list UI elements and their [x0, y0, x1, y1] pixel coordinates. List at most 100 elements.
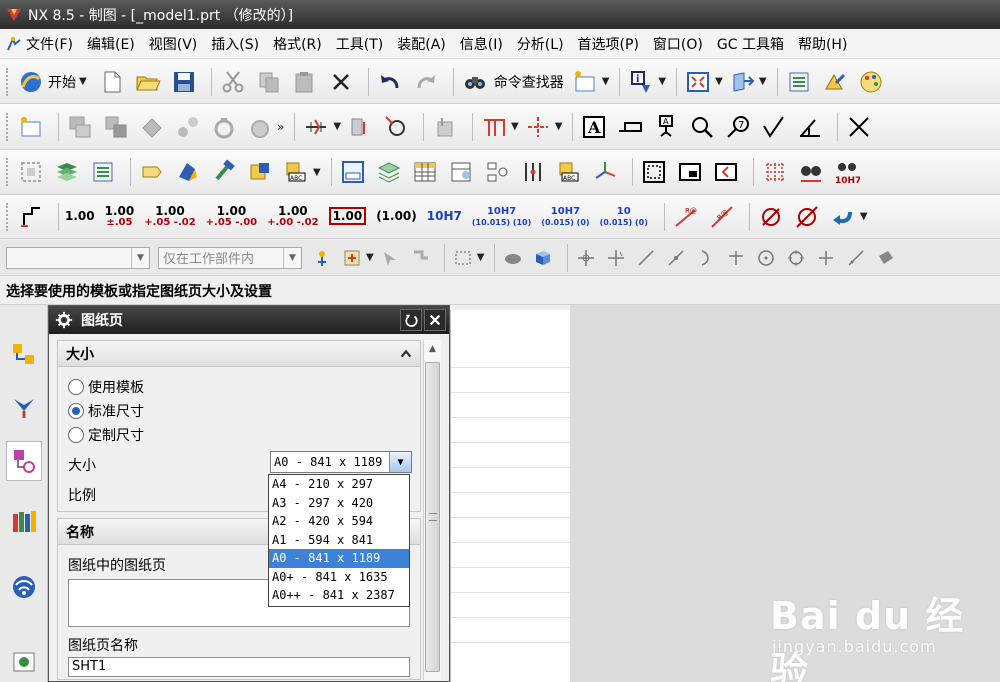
blue-part-icon[interactable] — [173, 157, 203, 187]
snap-move-icon[interactable] — [574, 243, 598, 273]
toolbar-grip[interactable] — [6, 202, 10, 231]
update-view-icon[interactable] — [301, 112, 331, 142]
parts-list-icon[interactable] — [446, 157, 476, 187]
palette-icon[interactable] — [856, 67, 886, 97]
snap-control-point-icon[interactable] — [694, 243, 718, 273]
menu-edit[interactable]: 编辑(E) — [87, 34, 135, 54]
cut-icon[interactable] — [218, 67, 248, 97]
hammer-icon[interactable] — [209, 157, 239, 187]
balloon-icon[interactable]: 7 — [723, 112, 753, 142]
chevron-down-icon[interactable]: ▼ — [759, 76, 767, 87]
toolbar-grip[interactable] — [6, 112, 10, 141]
collapse-up-icon[interactable] — [394, 343, 418, 365]
web-browser-tab[interactable] — [6, 567, 42, 607]
size-group-header[interactable]: 大小 — [58, 341, 420, 367]
size-select[interactable]: A0 - 841 x 1189 ▼ — [270, 451, 412, 473]
size-option-a4[interactable]: A4 - 210 x 297 — [269, 475, 409, 494]
scrollbar-thumb[interactable] — [425, 362, 440, 672]
binoculars-fit-icon[interactable]: 10H7 — [832, 157, 862, 187]
zone-icon[interactable] — [675, 157, 705, 187]
snap-rotate-icon[interactable] — [604, 243, 628, 273]
fit-view-icon[interactable] — [683, 67, 713, 97]
tag-icon[interactable] — [137, 157, 167, 187]
dim-format-reference[interactable]: (1.00) — [376, 210, 417, 222]
fit-format-2[interactable]: 10H7 (10.015) (10) — [472, 206, 531, 228]
chevron-down-icon[interactable]: ▼ — [715, 76, 723, 87]
layer-icon[interactable] — [784, 67, 814, 97]
snap-endpoint-icon[interactable] — [634, 243, 658, 273]
menu-view[interactable]: 视图(V) — [149, 34, 198, 54]
paste-icon[interactable] — [290, 67, 320, 97]
dim-format-5[interactable]: 1.00 +.00 -.02 — [267, 205, 318, 228]
snap-arc-center-icon[interactable] — [754, 243, 778, 273]
general-selection-icon[interactable] — [310, 243, 334, 273]
snap-on-face-icon[interactable] — [874, 243, 898, 273]
marker-icon[interactable] — [711, 157, 741, 187]
new-sheet-icon[interactable] — [570, 67, 600, 97]
type-filter-combo[interactable]: ▼ — [6, 246, 150, 269]
assembly-navigator-tab[interactable] — [6, 335, 42, 375]
table-layers-icon[interactable] — [374, 157, 404, 187]
new-file-icon[interactable] — [97, 67, 127, 97]
save-icon[interactable] — [169, 67, 199, 97]
chevron-down-icon[interactable]: ▼ — [602, 76, 610, 87]
open-folder-icon[interactable] — [133, 67, 163, 97]
chevron-down-icon[interactable]: ▼ — [313, 167, 321, 178]
weld-symbol-icon[interactable] — [795, 112, 825, 142]
dim-format-boxed[interactable]: 1.00 — [328, 207, 367, 225]
snap-intersection-icon[interactable] — [724, 243, 748, 273]
section-view-icon[interactable] — [173, 112, 203, 142]
size-option-a1[interactable]: A1 - 594 x 841 — [269, 531, 409, 550]
copy-icon[interactable] — [254, 67, 284, 97]
datum-feature-icon[interactable]: A — [651, 112, 681, 142]
hole-table-icon[interactable] — [518, 157, 548, 187]
dim-format-3[interactable]: 1.00 +.05 -.02 — [144, 205, 195, 228]
chevron-down-icon[interactable]: ▼ — [477, 252, 485, 263]
quick-pick-icon[interactable] — [378, 243, 402, 273]
dim-format-1[interactable]: 1.00 — [65, 210, 95, 222]
menu-info[interactable]: 信息(I) — [460, 34, 503, 54]
size-option-a0-plus[interactable]: A0+ - 841 x 1635 — [269, 568, 409, 587]
sheet-name-input[interactable]: SHT1 — [68, 657, 410, 677]
magnify-icon[interactable] — [687, 112, 717, 142]
frame-icon[interactable] — [16, 157, 46, 187]
more-chevron-icon[interactable]: » — [277, 120, 284, 134]
diameter-alt-icon[interactable] — [792, 202, 822, 232]
dialog-scrollbar[interactable]: ▲ — [423, 340, 441, 680]
menu-insert[interactable]: 插入(S) — [211, 34, 259, 54]
start-button[interactable]: 开始 ▼ — [16, 67, 91, 97]
close-icon[interactable] — [424, 309, 446, 331]
select-snap-icon[interactable] — [340, 243, 364, 273]
border-icon[interactable] — [639, 157, 669, 187]
half-section-icon[interactable] — [245, 112, 275, 142]
dim-format-4[interactable]: 1.00 +.05 -.00 — [206, 205, 257, 228]
dotted-grid-icon[interactable] — [760, 157, 790, 187]
menu-format[interactable]: 格式(R) — [273, 34, 322, 54]
surface-finish-icon[interactable] — [759, 112, 789, 142]
cube-folder-icon[interactable] — [245, 157, 275, 187]
rectangle-select-icon[interactable] — [451, 243, 475, 273]
abc-cube-icon[interactable]: ABC — [281, 157, 311, 187]
snap-quadrant-icon[interactable] — [784, 243, 808, 273]
menu-tools[interactable]: 工具(T) — [336, 34, 383, 54]
size-option-a3[interactable]: A3 - 297 x 420 — [269, 494, 409, 513]
selection-scope-combo[interactable]: 仅在工作部件内 ▼ — [158, 246, 302, 269]
edit-object-display-icon[interactable] — [820, 67, 850, 97]
delete-icon[interactable] — [326, 67, 356, 97]
view-boundary-icon[interactable] — [345, 112, 375, 142]
base-view-icon[interactable] — [65, 112, 95, 142]
cube-icon[interactable] — [531, 243, 555, 273]
snap-point-icon[interactable] — [814, 243, 838, 273]
close-x-icon[interactable] — [844, 112, 874, 142]
fit-format-3[interactable]: 10H7 (0.015) (0) — [541, 206, 589, 228]
radius-dimension-icon[interactable]: R@ — [707, 202, 737, 232]
chevron-down-icon[interactable]: ▼ — [860, 211, 868, 222]
select-chain-icon[interactable] — [408, 243, 432, 273]
csys-icon[interactable] — [590, 157, 620, 187]
history-tab[interactable] — [6, 641, 42, 681]
reuse-library-tab[interactable] — [6, 501, 42, 541]
reset-icon[interactable] — [400, 309, 422, 331]
custom-size-radio[interactable]: 定制尺寸 — [68, 425, 144, 445]
radial-dimension-icon[interactable]: R@ — [671, 202, 701, 232]
part-navigator-tab[interactable] — [6, 441, 42, 481]
